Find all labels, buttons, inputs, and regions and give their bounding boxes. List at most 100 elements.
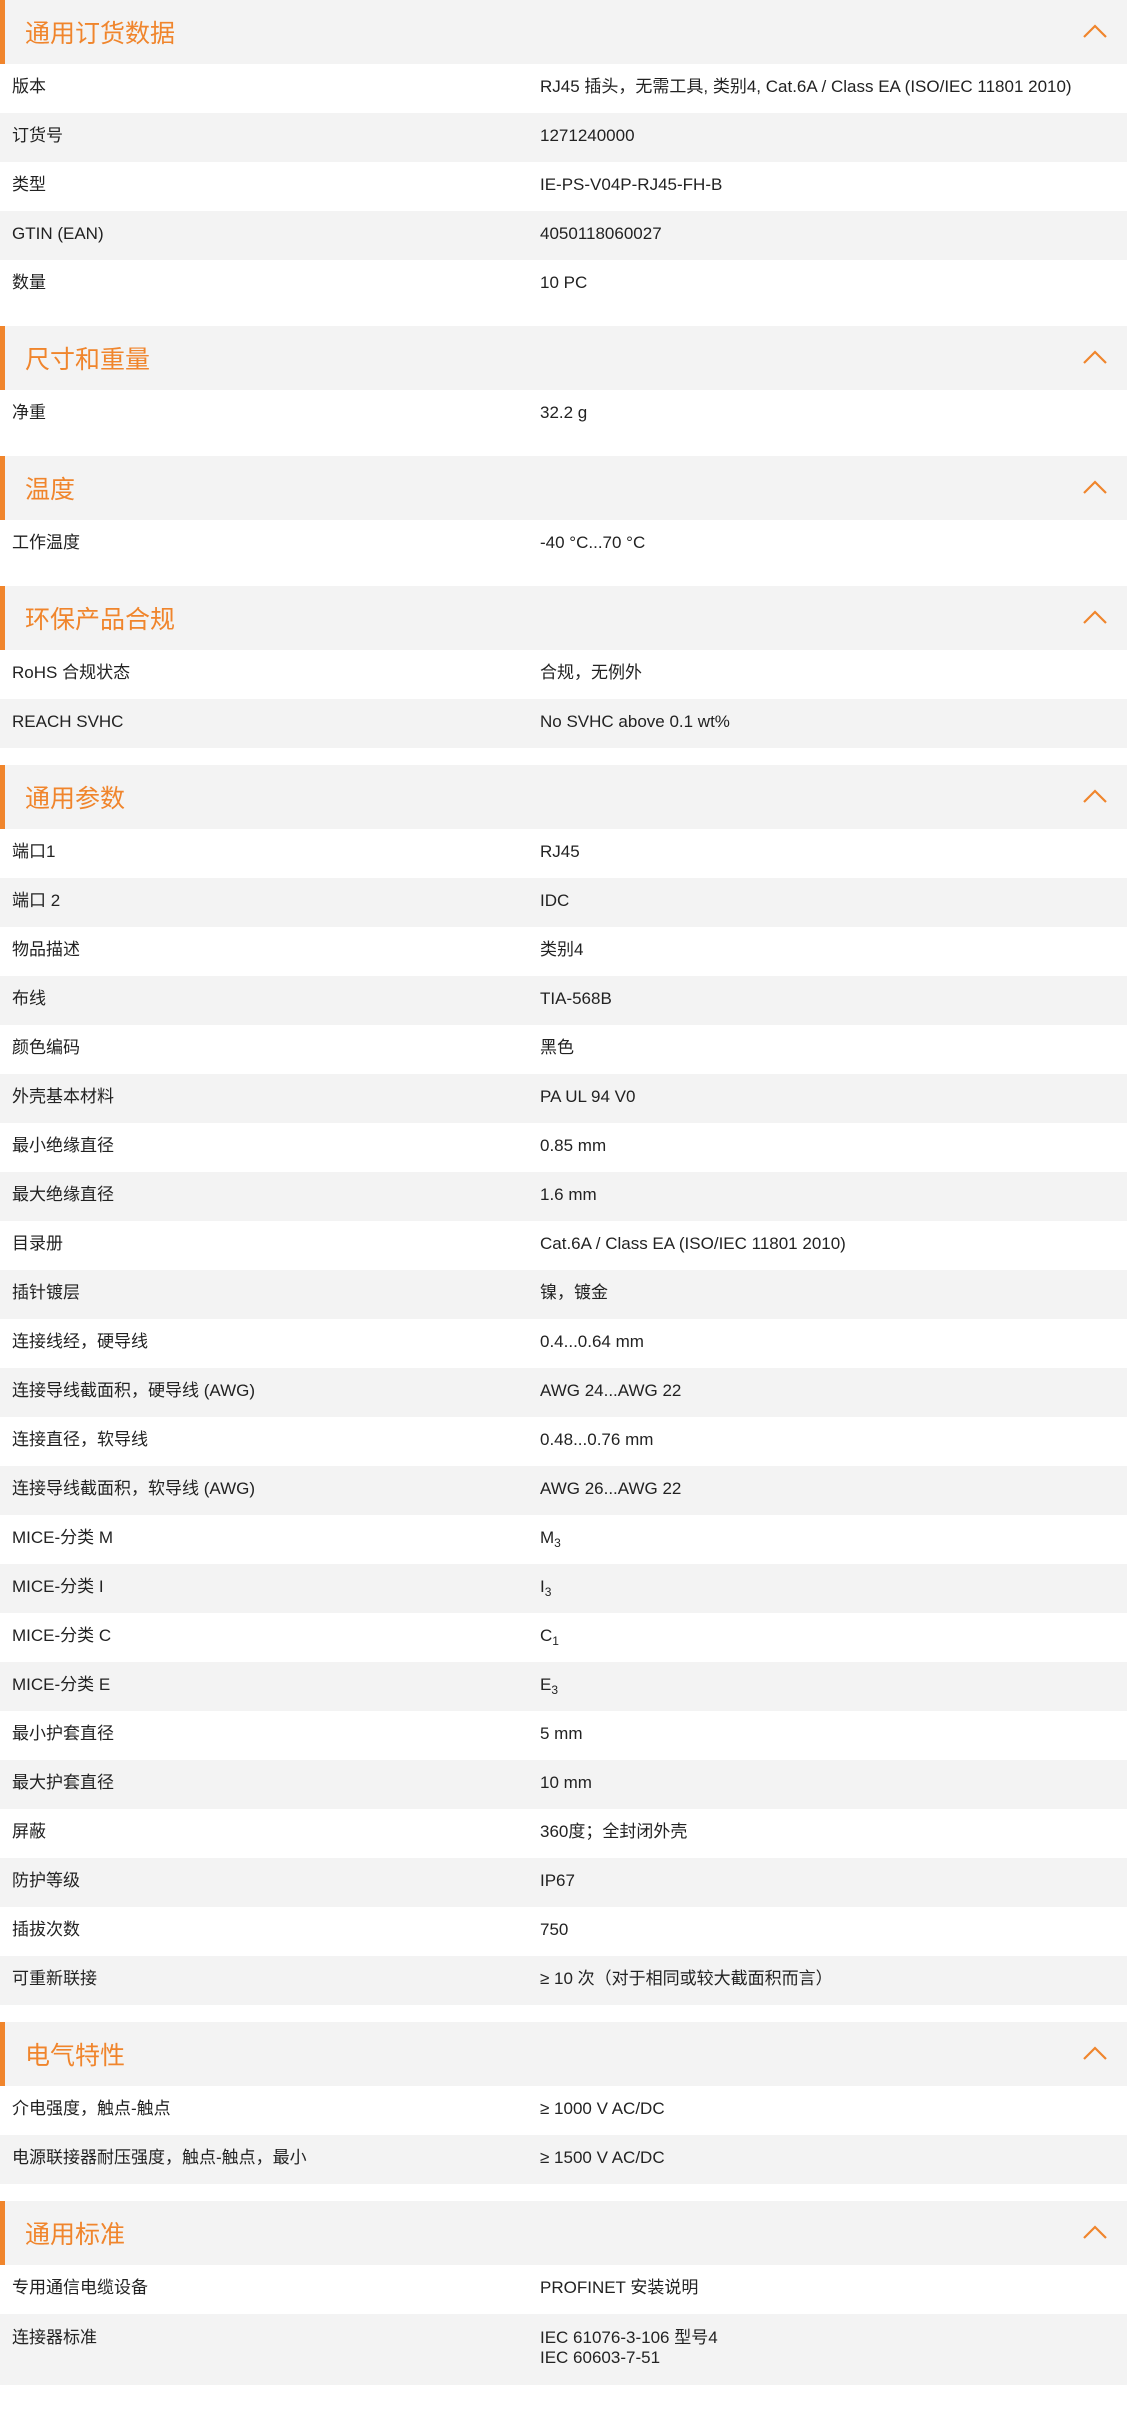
spec-value-text: IEC 61076-3-106 型号4 IEC 60603-7-51 <box>540 2328 718 2367</box>
spec-value: E3 <box>540 1675 1127 1696</box>
spec-value-subscript: 3 <box>544 1585 552 1599</box>
chevron-up-icon[interactable] <box>1081 2040 1109 2068</box>
spec-section: 温度工作温度 -40 °C...70 °C <box>0 456 1127 569</box>
spec-label: 最大绝缘直径 <box>12 1185 114 1204</box>
spec-row: 连接导线截面积，软导线 (AWG) AWG 26...AWG 22 <box>0 1466 1127 1515</box>
spec-label: 可重新联接 <box>12 1969 97 1988</box>
spec-label: 连接直径，软导线 <box>12 1430 148 1449</box>
chevron-up-icon[interactable] <box>1081 344 1109 372</box>
spec-value: No SVHC above 0.1 wt% <box>540 712 1127 732</box>
spec-label: 颜色编码 <box>12 1038 80 1057</box>
spec-value-text: PROFINET 安装说明 <box>540 2278 699 2297</box>
spec-value: TIA-568B <box>540 989 1127 1009</box>
spec-value: 0.4...0.64 mm <box>540 1332 1127 1352</box>
spec-value-text: TIA-568B <box>540 989 612 1008</box>
spec-value-subscript: 3 <box>554 1536 561 1550</box>
spec-section: 环保产品合规 RoHS 合规状态 合规，无例外 REACH SVHC No SVHC a… <box>0 586 1127 748</box>
spec-value-text: RJ45 插头，无需工具, 类别4, Cat.6A / Class EA (IS… <box>540 77 1072 96</box>
chevron-up-icon[interactable] <box>1081 604 1109 632</box>
section-header[interactable]: 电气特性 <box>0 2022 1127 2086</box>
spec-value-text: 1271240000 <box>540 126 635 145</box>
spec-value: -40 °C...70 °C <box>540 533 1127 553</box>
spec-value-text: -40 °C...70 °C <box>540 533 646 552</box>
spec-label: 屏蔽 <box>12 1822 46 1841</box>
spec-row: MICE-分类 M M3 <box>0 1515 1127 1564</box>
spec-label: 工作温度 <box>12 533 80 552</box>
spec-row: 外壳基本材料 PA UL 94 V0 <box>0 1074 1127 1123</box>
spec-value-text: 黑色 <box>540 1038 574 1057</box>
spec-row: 最小护套直径 5 mm <box>0 1711 1127 1760</box>
spec-label: 端口1 <box>12 842 56 861</box>
spec-label: 目录册 <box>12 1234 63 1253</box>
spec-value-subscript: 1 <box>552 1634 559 1648</box>
spec-value: AWG 24...AWG 22 <box>540 1381 1127 1401</box>
chevron-up-icon[interactable] <box>1081 783 1109 811</box>
spec-row: 插拔次数 750 <box>0 1907 1127 1956</box>
section-header[interactable]: 通用参数 <box>0 765 1127 829</box>
spec-value: IEC 61076-3-106 型号4 IEC 60603-7-51 <box>540 2328 1127 2368</box>
spec-value: Cat.6A / Class EA (ISO/IEC 11801 2010) <box>540 1234 1127 1254</box>
spec-value-text: 750 <box>540 1920 569 1939</box>
spec-row: RoHS 合规状态 合规，无例外 <box>0 650 1127 699</box>
spec-value-text: E <box>540 1675 552 1694</box>
spec-row: 数量 10 PC <box>0 260 1127 309</box>
spec-value: AWG 26...AWG 22 <box>540 1479 1127 1499</box>
section-title: 环保产品合规 <box>25 606 176 634</box>
spec-label: 类型 <box>12 175 46 194</box>
spec-value-text: 0.48...0.76 mm <box>540 1430 654 1449</box>
spec-value-text: 0.4...0.64 mm <box>540 1332 644 1351</box>
section-title: 电气特性 <box>25 2042 126 2070</box>
spec-row: 专用通信电缆设备 PROFINET 安装说明 <box>0 2265 1127 2314</box>
chevron-up-icon[interactable] <box>1081 474 1109 502</box>
spec-row: 目录册 Cat.6A / Class EA (ISO/IEC 11801 2010… <box>0 1221 1127 1270</box>
spec-label: 连接导线截面积，软导线 (AWG) <box>12 1479 256 1498</box>
chevron-up-icon[interactable] <box>1081 2219 1109 2247</box>
spec-value-text: IDC <box>540 891 570 910</box>
section-header[interactable]: 通用订货数据 <box>0 0 1127 64</box>
spec-value: 750 <box>540 1920 1127 1940</box>
spec-value: PA UL 94 V0 <box>540 1087 1127 1107</box>
spec-label: 外壳基本材料 <box>12 1087 114 1106</box>
spec-label: 布线 <box>12 989 46 1008</box>
spec-label: 数量 <box>12 273 46 292</box>
spec-value: IP67 <box>540 1871 1127 1891</box>
section-header[interactable]: 通用标准 <box>0 2201 1127 2265</box>
spec-label: REACH SVHC <box>12 712 124 731</box>
spec-value-text: 镍，镀金 <box>540 1283 608 1302</box>
spec-value: RJ45 插头，无需工具, 类别4, Cat.6A / Class EA (IS… <box>540 77 1127 97</box>
spec-row: 连接线经，硬导线 0.4...0.64 mm <box>0 1319 1127 1368</box>
spec-label: 净重 <box>12 403 46 422</box>
spec-value-text: Cat.6A / Class EA (ISO/IEC 11801 2010) <box>540 1234 846 1253</box>
section-gap <box>0 2184 1127 2201</box>
section-title: 通用标准 <box>25 2221 126 2249</box>
spec-section: 尺寸和重量 净重 32.2 g <box>0 326 1127 439</box>
spec-label: 订货号 <box>12 126 63 145</box>
spec-page: 通用订货数据 版本 RJ45 插头，无需工具, 类别4, Cat.6A / Clas… <box>0 0 1127 2385</box>
spec-label: 最大护套直径 <box>12 1773 114 1792</box>
spec-row: 插针镀层 镍，镀金 <box>0 1270 1127 1319</box>
spec-row: 端口 2 IDC <box>0 878 1127 927</box>
chevron-up-icon[interactable] <box>1081 18 1109 46</box>
spec-value-text: C <box>540 1626 553 1645</box>
spec-label: RoHS 合规状态 <box>12 663 131 682</box>
spec-value: 黑色 <box>540 1038 1127 1058</box>
section-header[interactable]: 环保产品合规 <box>0 586 1127 650</box>
spec-value: 5 mm <box>540 1724 1127 1744</box>
spec-value: C1 <box>540 1626 1127 1648</box>
section-header[interactable]: 尺寸和重量 <box>0 326 1127 390</box>
spec-value-text: AWG 24...AWG 22 <box>540 1381 682 1400</box>
spec-row: 净重 32.2 g <box>0 390 1127 439</box>
spec-value-text: 10 PC <box>540 273 588 292</box>
spec-label: 介电强度，触点-触点 <box>12 2099 171 2118</box>
spec-row: 订货号 1271240000 <box>0 113 1127 162</box>
spec-label: 最小绝缘直径 <box>12 1136 114 1155</box>
spec-value-text: 10 mm <box>540 1773 592 1792</box>
spec-row: GTIN (EAN) 4050118060027 <box>0 211 1127 260</box>
spec-label: 端口 2 <box>12 891 61 910</box>
section-title: 通用参数 <box>25 785 126 813</box>
section-header[interactable]: 温度 <box>0 456 1127 520</box>
spec-value: ≥ 1500 V AC/DC <box>540 2148 1127 2168</box>
spec-value: IDC <box>540 891 1127 911</box>
spec-value: M3 <box>540 1528 1127 1550</box>
spec-value: ≥ 10 次（对于相同或较大截面积而言） <box>540 1969 1127 1989</box>
